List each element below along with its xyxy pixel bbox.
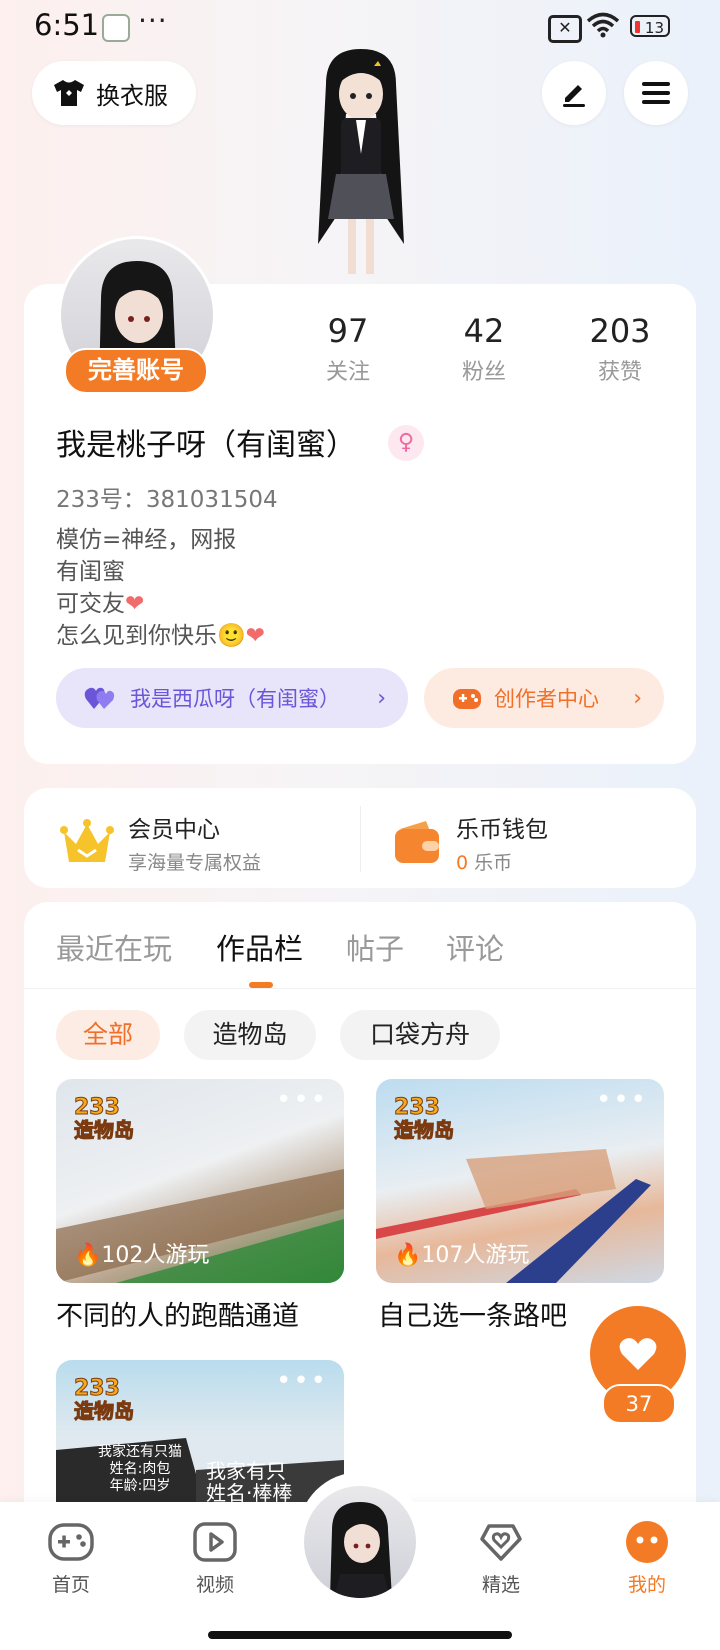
vip-title: 会员中心 xyxy=(128,817,220,843)
work-title[interactable]: 自己选一条路吧 xyxy=(378,1294,567,1333)
heart-emoji-icon: ❤ xyxy=(245,623,265,649)
tab-posts[interactable]: 帖子 xyxy=(346,926,404,968)
chevron-right-icon: › xyxy=(377,685,386,711)
work-card[interactable]: 233 造物岛 ••• 🔥107人游玩 xyxy=(376,1079,664,1283)
bio-line: 模仿=神经，网报 xyxy=(56,527,237,553)
game-badge-logo: 233 造物岛 xyxy=(74,1376,135,1423)
nav-mine-label: 我的 xyxy=(627,1574,666,1596)
nav-featured[interactable]: 精选 xyxy=(456,1520,546,1597)
work-card[interactable]: 233 造物岛 ••• 🔥102人游玩 xyxy=(56,1079,344,1283)
filter-chip-all[interactable]: 全部 xyxy=(56,1010,160,1060)
heart-icon xyxy=(619,1338,657,1370)
fans-count: 42 xyxy=(463,312,505,350)
nav-home-label: 首页 xyxy=(51,1574,90,1596)
battery-level: 13 xyxy=(644,19,664,37)
play-count: 🔥107人游玩 xyxy=(394,1243,530,1268)
tabs-divider xyxy=(24,988,696,989)
nav-mine[interactable]: 我的 xyxy=(602,1520,692,1597)
battery-icon: 13 xyxy=(630,15,670,37)
change-outfit-label: 换衣服 xyxy=(96,81,168,110)
status-time: 6:51 xyxy=(34,8,100,42)
no-sim-icon: ✕ xyxy=(548,15,582,43)
center-avatar-button[interactable] xyxy=(304,1486,416,1598)
mine-face-icon xyxy=(626,1521,668,1563)
tab-works[interactable]: 作品栏 xyxy=(216,926,303,968)
more-options-icon[interactable]: ••• xyxy=(276,1085,328,1115)
pen-icon xyxy=(563,85,585,107)
heart-emoji-icon: ❤ xyxy=(125,591,145,617)
likes-count: 203 xyxy=(589,312,651,350)
stat-fans[interactable]: 42 粉丝 xyxy=(434,312,534,386)
vip-center-entry[interactable]: 会员中心 享海量专属权益 xyxy=(60,810,261,875)
menu-button[interactable] xyxy=(624,61,688,125)
more-options-icon[interactable]: ••• xyxy=(276,1366,328,1396)
chevron-right-icon: › xyxy=(633,685,642,711)
menu-icon xyxy=(642,82,670,104)
gesture-home-bar[interactable] xyxy=(208,1631,512,1639)
creator-center-button[interactable]: 创作者中心 › xyxy=(424,668,664,728)
gamepad-icon xyxy=(48,1523,94,1561)
complete-account-button[interactable]: 完善账号 xyxy=(64,348,208,394)
change-outfit-button[interactable]: 换衣服 xyxy=(32,61,196,125)
vip-subtitle: 享海量专属权益 xyxy=(128,852,262,874)
video-play-icon xyxy=(193,1522,237,1562)
tab-recent[interactable]: 最近在玩 xyxy=(56,926,172,968)
user-id[interactable]: 233号：381031504 xyxy=(56,480,278,514)
nav-video-label: 视频 xyxy=(195,1574,234,1596)
following-label: 关注 xyxy=(325,360,370,385)
creator-center-label: 创作者中心 xyxy=(494,687,599,711)
tshirt-icon xyxy=(54,80,84,106)
wallet-title: 乐币钱包 xyxy=(456,817,548,843)
filter-chip-island[interactable]: 造物岛 xyxy=(184,1010,316,1060)
work-card[interactable]: 233 造物岛 ••• 我家还有只猫 姓名:肉包 年龄:四岁 我家有只 姓名·棒棒 xyxy=(56,1360,344,1510)
divider xyxy=(360,806,361,872)
wallet-unit: 乐币 xyxy=(474,852,513,874)
bio-line: 怎么见到你快乐🙂 xyxy=(56,623,246,649)
nav-video[interactable]: 视频 xyxy=(170,1520,260,1597)
bio-line: 有闺蜜 xyxy=(56,559,125,585)
double-heart-icon xyxy=(84,687,115,709)
friend-link-button[interactable]: 我是西瓜呀（有闺蜜） › xyxy=(56,668,408,728)
scene-sign-text: 我家还有只猫 姓名:肉包 年龄:四岁 xyxy=(98,1444,182,1494)
like-count: 37 xyxy=(602,1384,676,1424)
gamepad-icon xyxy=(453,689,481,709)
game-badge-logo: 233 造物岛 xyxy=(74,1095,135,1142)
fans-label: 粉丝 xyxy=(461,360,506,385)
stat-following[interactable]: 97 关注 xyxy=(298,312,398,386)
game-badge-logo: 233 造物岛 xyxy=(394,1095,455,1142)
app-notification-icon xyxy=(102,14,130,42)
featured-heart-icon xyxy=(480,1524,522,1561)
scene-sign-text: 我家有只 姓名·棒棒 xyxy=(206,1459,293,1505)
filter-chip-ark[interactable]: 口袋方舟 xyxy=(340,1010,500,1060)
likes-label: 获赞 xyxy=(597,360,642,385)
nickname: 我是桃子呀（有闺蜜） xyxy=(56,428,356,463)
following-count: 97 xyxy=(327,312,369,350)
work-title[interactable]: 不同的人的跑酷通道 xyxy=(56,1294,299,1333)
wifi-icon xyxy=(586,12,620,38)
wallet-amount: 0 xyxy=(456,852,469,874)
wallet-icon xyxy=(395,820,439,863)
more-notifications-icon: ··· xyxy=(138,4,168,37)
nav-featured-label: 精选 xyxy=(481,1574,520,1596)
nav-home[interactable]: 首页 xyxy=(26,1520,116,1597)
avatar-character[interactable] xyxy=(296,44,426,284)
stat-likes[interactable]: 203 获赞 xyxy=(570,312,670,386)
crown-icon xyxy=(60,818,114,862)
bio: 模仿=神经，网报 有闺蜜 可交友❤ 怎么见到你快乐🙂❤ xyxy=(56,524,265,652)
more-options-icon[interactable]: ••• xyxy=(596,1085,648,1115)
friend-link-label: 我是西瓜呀（有闺蜜） xyxy=(130,687,340,711)
wallet-entry[interactable]: 乐币钱包 0 乐币 xyxy=(392,810,548,875)
edit-profile-button[interactable] xyxy=(542,61,606,125)
bio-line: 可交友 xyxy=(56,591,125,617)
tab-comments[interactable]: 评论 xyxy=(446,926,504,968)
female-gender-icon: ♀ xyxy=(388,425,424,461)
play-count: 🔥102人游玩 xyxy=(74,1243,210,1268)
